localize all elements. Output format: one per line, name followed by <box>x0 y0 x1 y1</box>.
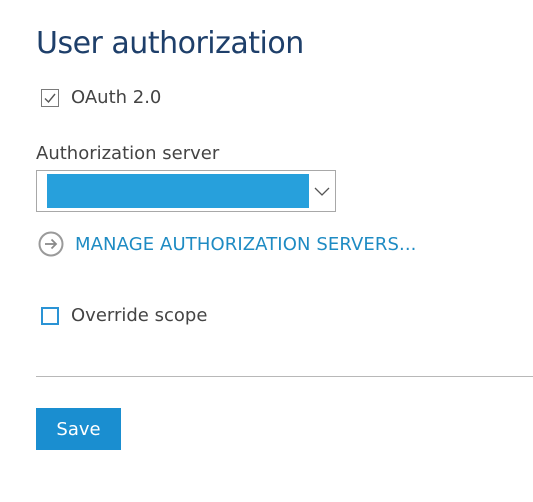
divider <box>36 376 533 377</box>
oauth-checkbox[interactable] <box>41 88 59 107</box>
authorization-server-label: Authorization server <box>36 143 220 164</box>
override-scope-label: Override scope <box>71 305 208 326</box>
oauth-checkbox-row[interactable]: OAuth 2.0 <box>41 87 161 108</box>
arrow-circle-right-icon <box>38 231 64 257</box>
manage-authorization-servers-label: MANAGE AUTHORIZATION SERVERS... <box>75 233 417 255</box>
override-scope-checkbox-row[interactable]: Override scope <box>41 305 207 326</box>
chevron-down-icon <box>314 187 330 196</box>
checkmark-icon <box>44 93 56 103</box>
save-button[interactable]: Save <box>36 408 121 450</box>
authorization-server-select[interactable] <box>36 170 336 212</box>
page-title: User authorization <box>36 26 304 61</box>
override-scope-checkbox[interactable] <box>41 306 59 325</box>
oauth-label: OAuth 2.0 <box>71 87 162 108</box>
authorization-server-selected-value <box>47 174 309 208</box>
manage-authorization-servers-link[interactable]: MANAGE AUTHORIZATION SERVERS... <box>38 231 416 257</box>
